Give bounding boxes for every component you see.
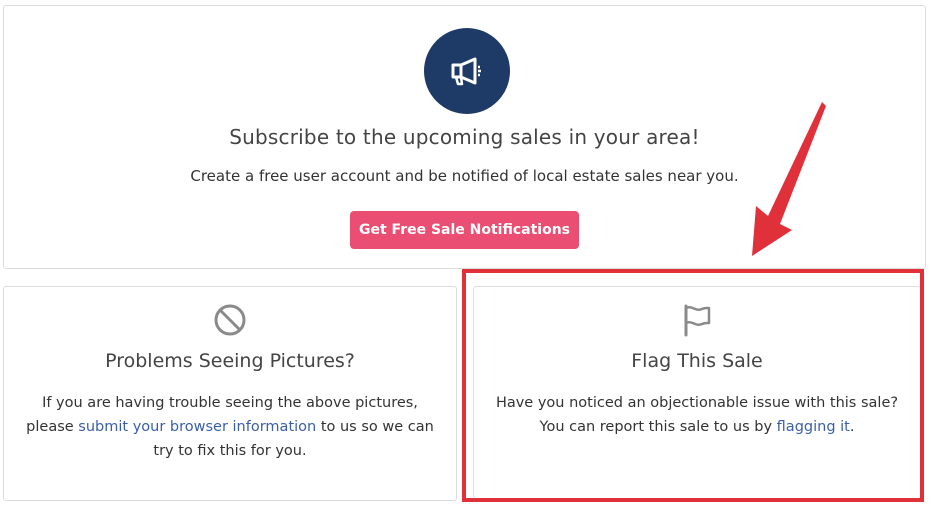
flag-card: Flag This Sale Have you noticed an objec…: [473, 286, 921, 499]
problems-card: Problems Seeing Pictures? If you are hav…: [3, 286, 457, 501]
submit-browser-info-link[interactable]: submit your browser information: [78, 419, 316, 435]
prohibited-icon: [214, 304, 246, 336]
flag-icon-wrap: [474, 303, 920, 341]
flag-description: Have you noticed an objectionable issue …: [492, 391, 902, 439]
flagging-it-link[interactable]: flagging it: [777, 419, 850, 435]
prohibited-icon-wrap: [4, 303, 456, 341]
flag-text-after: .: [849, 419, 855, 435]
subscribe-title: Subscribe to the upcoming sales in your …: [229, 125, 700, 149]
subscribe-card: Subscribe to the upcoming sales in your …: [3, 5, 926, 269]
subscribe-description: Create a free user account and be notifi…: [190, 167, 739, 185]
flag-title: Flag This Sale: [631, 350, 763, 372]
problems-title: Problems Seeing Pictures?: [105, 350, 355, 372]
megaphone-icon: [451, 57, 481, 86]
get-free-sale-notifications-button[interactable]: Get Free Sale Notifications: [350, 211, 579, 249]
megaphone-badge: [424, 28, 510, 114]
flag-icon: [684, 304, 711, 337]
problems-description: If you are having trouble seeing the abo…: [22, 391, 438, 463]
